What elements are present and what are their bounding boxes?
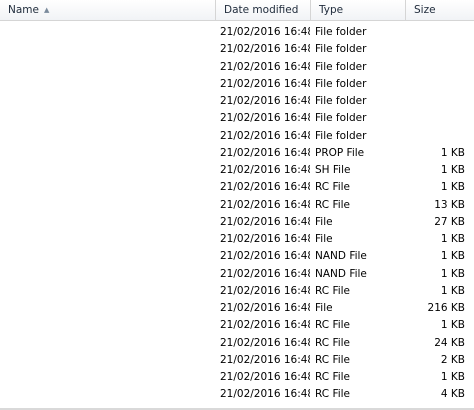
file-row[interactable]: init.aee.customer.rc21/02/2016 16:48RC F… bbox=[0, 317, 474, 334]
date-modified-cell: 21/02/2016 16:48 bbox=[220, 267, 310, 280]
file-row[interactable]: init21/02/2016 16:48File216 KB bbox=[0, 300, 474, 317]
file-type-cell: File folder bbox=[315, 129, 367, 142]
file-size-cell: 1 KB bbox=[440, 284, 465, 297]
file-type-cell: File bbox=[315, 233, 333, 245]
column-header-name[interactable]: Name ▲ bbox=[0, 0, 216, 20]
file-row[interactable]: fstab.nand21/02/2016 16:48NAND File1 KB bbox=[0, 266, 474, 283]
date-modified-cell: 21/02/2016 16:48 bbox=[220, 129, 310, 142]
file-size-cell: 13 KB bbox=[434, 198, 465, 211]
date-modified-cell: 21/02/2016 16:48 bbox=[220, 77, 310, 90]
file-row[interactable]: init.charging.rc21/02/2016 16:48RC File2… bbox=[0, 335, 474, 352]
file-type-cell: RC File bbox=[315, 284, 351, 297]
file-row[interactable]: factory_init.rc21/02/2016 16:48RC File13… bbox=[0, 197, 474, 214]
file-size-cell: 1 KB bbox=[440, 371, 465, 383]
date-modified-cell: 21/02/2016 16:48 bbox=[220, 302, 310, 314]
file-row[interactable]: fstab.fat.nand21/02/2016 16:48NAND File1… bbox=[0, 248, 474, 265]
file-row[interactable]: sbchk21/02/2016 16:48File folder bbox=[0, 76, 474, 93]
file-size-cell: 2 KB bbox=[440, 353, 465, 366]
file-row[interactable]: system21/02/2016 16:48File folder bbox=[0, 128, 474, 145]
file-row[interactable]: default.prop21/02/2016 16:48PROP File1 K… bbox=[0, 145, 474, 162]
file-row[interactable]: proc21/02/2016 16:48File folder bbox=[0, 59, 474, 76]
file-row[interactable]: init.environ.rc21/02/2016 16:48RC File2 … bbox=[0, 352, 474, 369]
date-modified-cell: 21/02/2016 16:48 bbox=[220, 215, 310, 228]
date-modified-cell: 21/02/2016 16:48 bbox=[220, 112, 310, 125]
file-type-cell: File folder bbox=[315, 95, 367, 107]
column-header-size-label: Size bbox=[414, 4, 436, 16]
date-modified-cell: 21/02/2016 16:48 bbox=[220, 43, 310, 56]
file-size-cell: 1 KB bbox=[440, 146, 465, 159]
date-modified-cell: 21/02/2016 16:48 bbox=[220, 353, 310, 366]
file-size-cell: 4 KB bbox=[440, 388, 465, 401]
date-modified-cell: 21/02/2016 16:48 bbox=[220, 95, 310, 107]
file-type-cell: RC File bbox=[315, 371, 351, 383]
date-modified-cell: 21/02/2016 16:48 bbox=[220, 181, 310, 194]
date-modified-cell: 21/02/2016 16:48 bbox=[220, 26, 310, 38]
file-size-cell: 1 KB bbox=[440, 319, 465, 332]
file-type-cell: NAND File bbox=[315, 250, 367, 263]
file-type-cell: File folder bbox=[315, 26, 367, 38]
column-header-size[interactable]: Size bbox=[406, 0, 474, 20]
file-row[interactable]: factory_init.project.rc21/02/2016 16:48R… bbox=[0, 179, 474, 196]
file-size-cell: 1 KB bbox=[440, 267, 465, 280]
file-type-cell: File folder bbox=[315, 43, 367, 56]
file-type-cell: File folder bbox=[315, 112, 367, 125]
date-modified-cell: 21/02/2016 16:48 bbox=[220, 388, 310, 401]
file-row[interactable]: sbin21/02/2016 16:48File folder bbox=[0, 93, 474, 110]
file-type-cell: RC File bbox=[315, 319, 351, 332]
file-row[interactable]: dev21/02/2016 16:48File folder bbox=[0, 41, 474, 58]
date-modified-cell: 21/02/2016 16:48 bbox=[220, 371, 310, 383]
date-modified-cell: 21/02/2016 16:48 bbox=[220, 284, 310, 297]
column-header-type-label: Type bbox=[319, 4, 344, 16]
file-size-cell: 1 KB bbox=[440, 233, 465, 245]
file-list-view: Name▲ Date modified Type Size data21/02/… bbox=[0, 0, 474, 410]
file-size-cell: 27 KB bbox=[434, 215, 465, 228]
date-modified-cell: 21/02/2016 16:48 bbox=[220, 146, 310, 159]
date-modified-cell: 21/02/2016 16:48 bbox=[220, 164, 310, 176]
file-row[interactable]: init.fon.rc21/02/2016 16:48RC File1 KB bbox=[0, 369, 474, 386]
date-modified-cell: 21/02/2016 16:48 bbox=[220, 233, 310, 245]
file-size-cell: 1 KB bbox=[440, 164, 465, 176]
column-header-bar: Name ▲ Date modified Type Size bbox=[0, 0, 474, 21]
sort-ascending-icon: ▲ bbox=[43, 6, 50, 14]
column-header-name-label: Name bbox=[8, 4, 39, 16]
file-rows: data21/02/2016 16:48File folderdev21/02/… bbox=[0, 24, 474, 404]
file-type-cell: RC File bbox=[315, 336, 351, 349]
file-row[interactable]: init.modem.rc21/02/2016 16:48RC File4 KB bbox=[0, 386, 474, 403]
date-modified-cell: 21/02/2016 16:48 bbox=[220, 319, 310, 332]
file-size-cell: 1 KB bbox=[440, 250, 465, 263]
file-type-cell: RC File bbox=[315, 388, 351, 401]
file-row[interactable]: FWUpgradeInit.rc21/02/2016 16:48RC File1… bbox=[0, 283, 474, 300]
file-row[interactable]: file_contexts21/02/2016 16:48File27 KB bbox=[0, 214, 474, 231]
file-type-cell: File folder bbox=[315, 77, 367, 90]
file-type-cell: NAND File bbox=[315, 267, 367, 280]
file-row[interactable]: enableswap.sh21/02/2016 16:48SH File1 KB bbox=[0, 162, 474, 179]
file-type-cell: File bbox=[315, 302, 333, 314]
file-size-cell: 24 KB bbox=[434, 336, 465, 349]
column-header-date-label: Date modified bbox=[224, 4, 299, 16]
date-modified-cell: 21/02/2016 16:48 bbox=[220, 60, 310, 73]
file-row[interactable]: fstab21/02/2016 16:48File1 KB bbox=[0, 231, 474, 248]
column-header-type[interactable]: Type bbox=[311, 0, 406, 20]
file-type-cell: File folder bbox=[315, 60, 367, 73]
file-row[interactable]: data21/02/2016 16:48File folder bbox=[0, 24, 474, 41]
file-size-cell: 1 KB bbox=[440, 181, 465, 194]
file-type-cell: SH File bbox=[315, 164, 351, 176]
file-type-cell: PROP File bbox=[315, 146, 365, 159]
file-type-cell: RC File bbox=[315, 198, 351, 211]
file-type-cell: RC File bbox=[315, 181, 351, 194]
file-size-cell: 216 KB bbox=[427, 302, 465, 314]
date-modified-cell: 21/02/2016 16:48 bbox=[220, 336, 310, 349]
file-type-cell: File bbox=[315, 215, 333, 228]
file-type-cell: RC File bbox=[315, 353, 351, 366]
date-modified-cell: 21/02/2016 16:48 bbox=[220, 198, 310, 211]
column-header-date-modified[interactable]: Date modified bbox=[216, 0, 311, 20]
date-modified-cell: 21/02/2016 16:48 bbox=[220, 250, 310, 263]
file-row[interactable]: sys21/02/2016 16:48File folder bbox=[0, 110, 474, 127]
